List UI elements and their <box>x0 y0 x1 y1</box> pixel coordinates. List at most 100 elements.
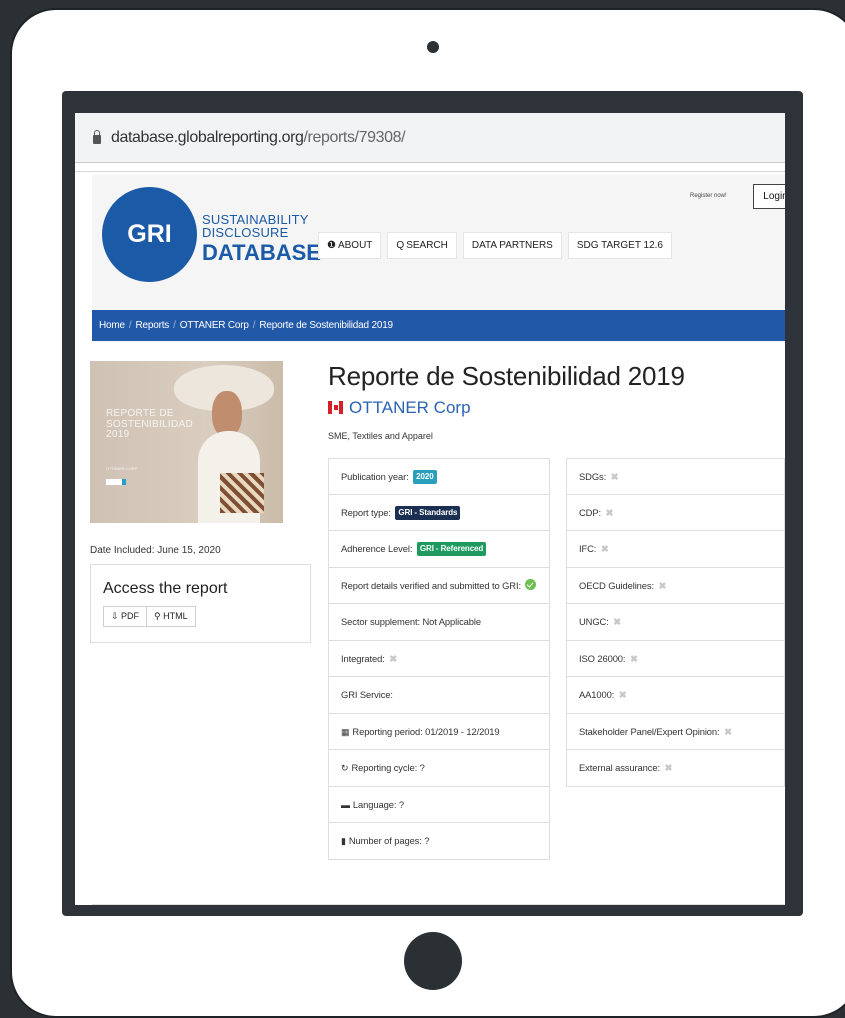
divider <box>75 171 785 172</box>
date-included: Date Included: June 15, 2020 <box>90 545 221 556</box>
breadcrumb-company[interactable]: OTTANER Corp <box>180 320 249 331</box>
details-list-left: Publication year: 2020 Report type: GRI … <box>328 458 550 860</box>
company-name: OTTANER Corp <box>349 398 471 417</box>
cover-company: OTTANER CORP <box>106 466 138 471</box>
breadcrumb-separator: / <box>252 320 256 331</box>
breadcrumb-separator: / <box>128 320 132 331</box>
link-icon: ⚲ <box>154 611 164 621</box>
logo-line-disclosure: DISCLOSURE <box>202 225 289 240</box>
divider <box>92 904 785 905</box>
gri-logo[interactable]: GRI <box>102 187 197 282</box>
tablet-frame: database.globalreporting.org/reports/793… <box>0 0 845 1018</box>
company-link[interactable]: OTTANER Corp <box>328 398 471 418</box>
list-item-adherence: Adherence Level: GRI - Referenced <box>328 531 550 568</box>
cross-icon: ✖ <box>600 543 609 554</box>
label: Reporting cycle: ? <box>351 762 425 773</box>
label: AA1000: <box>579 689 615 700</box>
label: Adherence Level: <box>341 543 413 554</box>
label: Number of pages: ? <box>348 835 430 846</box>
list-item-aa1000: AA1000: ✖ <box>566 677 785 714</box>
canada-flag-icon <box>328 401 343 414</box>
list-item-ifc: IFC: ✖ <box>566 531 785 568</box>
register-link[interactable]: Register now! <box>690 193 727 199</box>
list-item-cdp: CDP: ✖ <box>566 494 785 531</box>
label: IFC: <box>579 543 597 554</box>
login-button[interactable]: Login <box>753 184 785 209</box>
breadcrumb-current: Reporte de Sostenibilidad 2019 <box>259 320 393 331</box>
cross-icon: ✖ <box>389 652 398 664</box>
book-icon: ▮ <box>341 836 346 846</box>
report-cover-image[interactable]: REPORTE DE SOSTENIBILIDAD 2019 OTTANER C… <box>90 361 283 523</box>
logo-line-database: DATABASE <box>202 240 321 265</box>
list-item-number-of-pages: ▮ Number of pages: ? <box>328 823 550 860</box>
cross-icon: ✖ <box>605 506 614 518</box>
cover-bag <box>220 473 264 513</box>
main-nav: ❶ ABOUT Q SEARCH DATA PARTNERS SDG TARGET … <box>318 232 672 259</box>
cross-icon: ✖ <box>613 616 621 627</box>
list-item-reporting-period: ▦ Reporting period: 01/2019 - 12/2019 <box>328 713 550 750</box>
report-type-badge: GRI - Standards <box>395 505 461 520</box>
label: Integrated: <box>341 652 385 664</box>
list-item-external-assurance: External assurance: ✖ <box>566 750 785 787</box>
year-badge: 2020 <box>413 470 437 484</box>
access-report-title: Access the report <box>103 580 228 597</box>
cross-icon: ✖ <box>658 579 667 591</box>
comment-icon: ▬ <box>341 799 350 810</box>
home-button[interactable] <box>404 932 462 990</box>
pdf-label: PDF <box>121 611 140 621</box>
database-logo-text[interactable]: SUSTAINABILITY DISCLOSURE DATABASE <box>202 213 321 264</box>
url-path: /reports/79308/ <box>303 129 406 146</box>
pdf-button[interactable]: ⇩ PDF <box>104 607 146 626</box>
nav-data-partners[interactable]: DATA PARTNERS <box>462 232 562 259</box>
url-domain: database.globalreporting.org <box>111 129 304 146</box>
list-item-stakeholder: Stakeholder Panel/Expert Opinion: ✖ <box>566 713 785 750</box>
cover-title: REPORTE DE SOSTENIBILIDAD 2019 <box>106 408 193 441</box>
breadcrumb: Home / Reports / OTTANER Corp / Reporte de Sos… <box>92 310 785 341</box>
label: Report details verified and submitted to… <box>341 579 521 591</box>
sector-text: SME, Textiles and Apparel <box>328 431 433 441</box>
access-buttons: ⇩ PDF ⚲ HTML <box>103 606 196 627</box>
search-icon: Q <box>396 240 405 251</box>
refresh-icon: ↻ <box>341 763 349 773</box>
cross-icon: ✖ <box>724 725 732 737</box>
label: Reporting period: 01/2019 - 12/2019 <box>352 725 500 737</box>
nav-search-label: SEARCH <box>406 240 448 251</box>
nav-search[interactable]: Q SEARCH <box>387 232 457 259</box>
label: ISO 26000: <box>579 652 626 664</box>
browser-screen: database.globalreporting.org/reports/793… <box>75 113 785 905</box>
calendar-icon: ▦ <box>341 726 350 737</box>
label: External assurance: <box>579 762 660 773</box>
breadcrumb-reports[interactable]: Reports <box>135 320 169 331</box>
list-item-sdgs: SDGs: ✖ <box>566 458 785 495</box>
html-label: HTML <box>163 611 188 621</box>
label: OECD Guidelines: <box>579 579 654 591</box>
url-text[interactable]: database.globalreporting.org/reports/793… <box>111 129 406 147</box>
camera-icon <box>427 41 439 53</box>
report-title: Reporte de Sostenibilidad 2019 <box>328 361 685 391</box>
download-icon: ⇩ <box>111 611 122 621</box>
list-item-verified: Report details verified and submitted to… <box>328 567 550 604</box>
list-item-reporting-cycle: ↻ Reporting cycle: ? <box>328 750 550 787</box>
list-item-language: ▬ Language: ? <box>328 786 550 823</box>
list-item-publication-year: Publication year: 2020 <box>328 458 550 495</box>
cross-icon: ✖ <box>629 652 638 664</box>
cross-icon: ✖ <box>610 471 619 482</box>
nav-about[interactable]: ❶ ABOUT <box>318 232 382 259</box>
breadcrumb-separator: / <box>173 320 176 331</box>
nav-sdg-target[interactable]: SDG TARGET 12.6 <box>567 232 672 259</box>
label: Language: ? <box>352 798 404 810</box>
label: Stakeholder Panel/Expert Opinion: <box>579 725 720 737</box>
list-item-oecd: OECD Guidelines: ✖ <box>566 567 785 604</box>
cover-title-line: 2019 <box>106 429 130 440</box>
html-button[interactable]: ⚲ HTML <box>146 607 195 626</box>
cover-title-line: REPORTE DE <box>106 408 174 419</box>
breadcrumb-home[interactable]: Home <box>99 320 125 331</box>
label: Publication year: <box>341 471 409 482</box>
label: SDGs: <box>579 471 607 482</box>
address-bar[interactable]: database.globalreporting.org/reports/793… <box>75 113 785 163</box>
list-item-gri-service: GRI Service: <box>328 677 550 714</box>
check-icon <box>525 578 537 590</box>
lock-icon <box>93 130 101 144</box>
list-item-integrated: Integrated: ✖ <box>328 640 550 677</box>
list-item-report-type: Report type: GRI - Standards <box>328 494 550 531</box>
